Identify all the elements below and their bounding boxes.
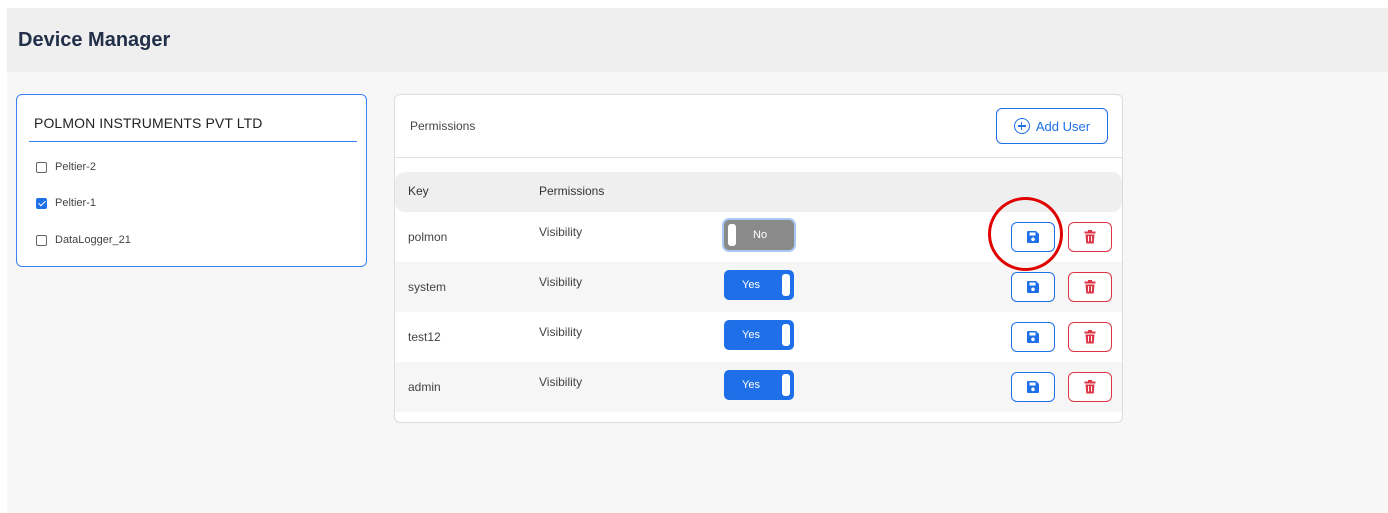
device-label: DataLogger_21 [55,234,131,246]
toggle-knob [728,224,736,246]
delete-button[interactable] [1068,272,1112,302]
floppy-disk-icon [1027,281,1039,293]
table-row: test12 Visibility Yes [395,312,1122,362]
device-item-peltier-2[interactable]: Peltier-2 [36,161,96,173]
row-key: test12 [408,330,441,344]
delete-button[interactable] [1068,222,1112,252]
delete-button[interactable] [1068,372,1112,402]
toggle-knob [782,324,790,346]
device-label: Peltier-1 [55,197,96,209]
toggle-knob [782,374,790,396]
toggle-label: Yes [742,279,760,291]
device-item-peltier-1[interactable]: Peltier-1 [36,197,96,209]
visibility-toggle[interactable]: Yes [724,270,794,300]
table-row: admin Visibility Yes [395,362,1122,412]
device-item-datalogger-21[interactable]: DataLogger_21 [36,234,131,246]
visibility-toggle[interactable]: Yes [724,370,794,400]
company-name: POLMON INSTRUMENTS PVT LTD [34,115,263,131]
toggle-knob [782,274,790,296]
device-checkbox[interactable] [36,197,47,209]
column-header-key: Key [408,184,429,198]
save-button[interactable] [1011,272,1055,302]
toggle-label: Yes [742,329,760,341]
trash-icon [1084,330,1096,344]
toggle-label: Yes [742,379,760,391]
floppy-disk-icon [1027,381,1039,393]
floppy-disk-icon [1027,331,1039,343]
table-row: polmon Visibility No [395,212,1122,262]
delete-button[interactable] [1068,322,1112,352]
column-header-permissions: Permissions [539,184,605,198]
company-divider [29,141,357,142]
card-divider [395,157,1122,158]
table-row: system Visibility Yes [395,262,1122,312]
save-button[interactable] [1011,322,1055,352]
row-key: admin [408,380,441,394]
permissions-card: Permissions Add User Key Permissions pol… [394,94,1123,423]
page-title: Device Manager [18,28,171,51]
save-button[interactable] [1011,372,1055,402]
row-permission: Visibility [539,375,583,389]
row-permission: Visibility [539,325,583,339]
trash-icon [1084,380,1096,394]
floppy-disk-icon [1027,231,1039,243]
add-user-label: Add User [1035,118,1091,134]
page-header: Device Manager [7,8,1388,72]
device-checkbox[interactable] [36,161,47,173]
device-checkbox[interactable] [36,234,47,246]
visibility-toggle[interactable]: No [724,220,794,250]
trash-icon [1084,280,1096,294]
add-user-button[interactable]: Add User [996,108,1108,144]
permissions-title: Permissions [410,119,476,133]
row-key: polmon [408,230,448,244]
trash-icon [1084,230,1096,244]
row-key: system [408,280,447,294]
row-permission: Visibility [539,225,583,239]
visibility-toggle[interactable]: Yes [724,320,794,350]
save-button[interactable] [1011,222,1055,252]
device-panel: POLMON INSTRUMENTS PVT LTD Peltier-2 Pel… [16,94,367,267]
device-label: Peltier-2 [55,161,96,173]
table-header: Key Permissions [395,172,1122,212]
plus-circle-icon [1013,118,1030,134]
row-permission: Visibility [539,275,583,289]
toggle-label: No [753,229,768,241]
